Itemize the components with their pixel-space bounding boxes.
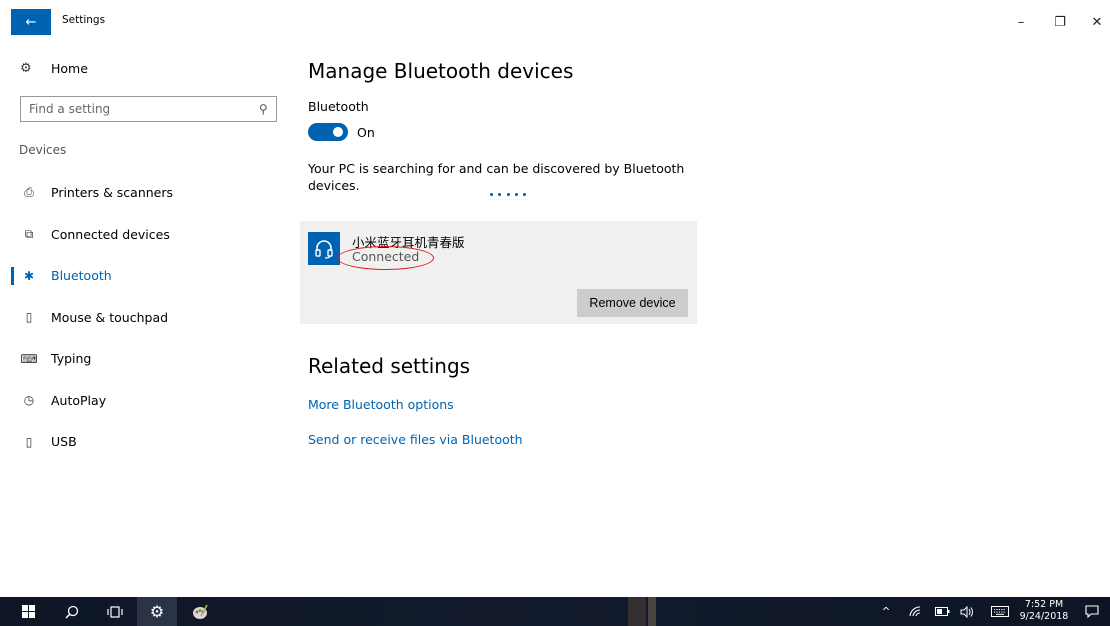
- sidebar-item-autoplay[interactable]: ◷ AutoPlay: [0, 380, 290, 422]
- sidebar-nav: ⎙ Printers & scanners ⧉ Connected device…: [0, 172, 290, 463]
- sidebar-item-printers[interactable]: ⎙ Printers & scanners: [0, 172, 290, 214]
- keyboard-icon: ⌨: [20, 351, 38, 366]
- status-highlight-circle: [337, 246, 434, 270]
- minimize-button[interactable]: –: [1011, 12, 1031, 32]
- search-placeholder: Find a setting: [29, 102, 111, 116]
- device-card[interactable]: 小米蓝牙耳机青春版 Connected Remove device: [300, 221, 697, 324]
- volume-button[interactable]: [958, 597, 978, 626]
- printer-icon: ⎙: [24, 185, 34, 200]
- task-view-icon: [107, 605, 123, 618]
- start-icon: [21, 605, 35, 618]
- page-title: Manage Bluetooth devices: [308, 59, 574, 83]
- close-button[interactable]: ✕: [1087, 12, 1107, 32]
- taskbar: ⚙ ^ 7:52 PM 9/24/2018: [0, 597, 1110, 626]
- usb-icon: ▯: [25, 434, 33, 449]
- show-hidden-icons-button[interactable]: ^: [878, 597, 894, 626]
- notification-icon: [1085, 605, 1099, 618]
- start-button[interactable]: [14, 597, 42, 626]
- more-bluetooth-options-link[interactable]: More Bluetooth options: [308, 397, 454, 412]
- related-settings-heading: Related settings: [308, 354, 471, 378]
- restore-icon: ❐: [1054, 14, 1066, 30]
- autoplay-icon: ◷: [23, 393, 35, 408]
- bluetooth-toggle[interactable]: [308, 123, 348, 141]
- title-bar: ← Settings – ❐ ✕: [0, 0, 1110, 42]
- touch-keyboard-button[interactable]: [988, 597, 1012, 626]
- action-center-button[interactable]: [1082, 597, 1102, 626]
- search-icon[interactable]: ⚲: [259, 102, 268, 116]
- sidebar-item-typing[interactable]: ⌨ Typing: [0, 338, 290, 380]
- clock-date: 9/24/2018: [1019, 611, 1069, 622]
- restore-button[interactable]: ❐: [1050, 12, 1070, 32]
- searching-progress-dots: [490, 193, 526, 199]
- sidebar-item-label: AutoPlay: [51, 392, 107, 408]
- sidebar-item-label: Typing: [51, 351, 92, 367]
- remove-device-button[interactable]: Remove device: [577, 289, 688, 317]
- network-button[interactable]: [906, 597, 924, 626]
- volume-icon: [960, 605, 973, 618]
- connected-devices-icon: ⧉: [24, 226, 34, 241]
- toggle-knob: [333, 127, 343, 137]
- battery-icon: [934, 607, 949, 616]
- clock[interactable]: 7:52 PM 9/24/2018: [1018, 599, 1070, 623]
- chevron-up-icon: ^: [881, 605, 891, 618]
- sidebar-item-label: Home: [51, 60, 88, 76]
- wifi-icon: [908, 606, 920, 617]
- keyboard-icon: [991, 606, 1009, 617]
- gear-icon: ⚙: [20, 60, 32, 76]
- search-input[interactable]: Find a setting ⚲: [20, 96, 277, 122]
- sidebar-item-usb[interactable]: ▯ USB: [0, 421, 290, 463]
- headphones-icon: [308, 232, 340, 265]
- taskbar-paint-app[interactable]: [183, 597, 217, 626]
- sidebar-item-label: Printers & scanners: [51, 185, 174, 201]
- sidebar-item-label: USB: [51, 434, 77, 450]
- sidebar-item-mouse[interactable]: ▯ Mouse & touchpad: [0, 297, 290, 339]
- toggle-state-text: On: [357, 125, 375, 140]
- settings-icon: ⚙: [149, 602, 165, 621]
- taskbar-settings-app[interactable]: ⚙: [137, 597, 177, 626]
- clock-time: 7:52 PM: [1024, 599, 1064, 610]
- search-icon: [65, 605, 79, 619]
- send-receive-files-link[interactable]: Send or receive files via Bluetooth: [308, 432, 523, 447]
- task-view-button[interactable]: [100, 597, 130, 626]
- close-icon: ✕: [1091, 14, 1103, 30]
- sidebar-item-label: Bluetooth: [51, 268, 112, 284]
- sidebar-item-label: Mouse & touchpad: [51, 309, 169, 325]
- back-arrow-icon: ←: [25, 14, 37, 30]
- section-label-devices: Devices: [19, 143, 67, 157]
- mouse-icon: ▯: [25, 310, 33, 325]
- sidebar-item-label: Connected devices: [51, 226, 170, 242]
- sidebar-item-bluetooth[interactable]: ✱ Bluetooth: [0, 255, 290, 297]
- taskbar-search-button[interactable]: [58, 597, 86, 626]
- app-title: Settings: [62, 14, 106, 26]
- sidebar-item-home[interactable]: ⚙ Home: [20, 59, 88, 77]
- bluetooth-icon: ✱: [23, 268, 35, 283]
- back-button[interactable]: ←: [11, 9, 51, 35]
- sidebar-item-connected-devices[interactable]: ⧉ Connected devices: [0, 214, 290, 256]
- bluetooth-toggle-label: Bluetooth: [308, 99, 369, 114]
- paint-icon: [193, 604, 208, 619]
- minimize-icon: –: [1017, 14, 1025, 30]
- discovery-status-text: Your PC is searching for and can be disc…: [308, 161, 685, 193]
- battery-button[interactable]: [932, 597, 952, 626]
